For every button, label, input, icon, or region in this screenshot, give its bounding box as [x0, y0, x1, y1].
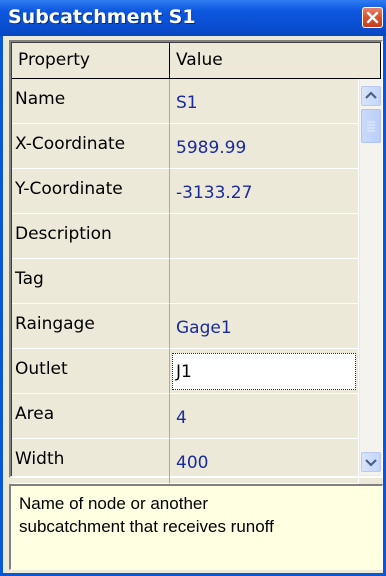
description-line-1: Name of node or another — [19, 494, 209, 513]
outlet-edit-field[interactable]: J1 — [172, 353, 356, 390]
property-name-cell[interactable]: Y-Coordinate — [12, 169, 170, 214]
property-name-cell[interactable]: Width — [12, 439, 170, 484]
scroll-down-button[interactable] — [361, 452, 381, 472]
window-title: Subcatchment S1 — [8, 6, 196, 28]
table-row[interactable]: Name S1 — [12, 79, 381, 124]
property-value-cell[interactable]: 5989.99 — [170, 124, 359, 169]
property-name-cell[interactable]: Name — [12, 79, 170, 124]
property-name-cell[interactable]: Tag — [12, 259, 170, 304]
scroll-thumb[interactable] — [361, 109, 381, 143]
property-name-cell[interactable]: Outlet — [12, 349, 170, 394]
property-name-cell[interactable]: Description — [12, 214, 170, 259]
property-description: Name of node or another subcatchment tha… — [9, 484, 383, 570]
property-value-cell[interactable]: S1 — [170, 79, 359, 124]
table-row[interactable]: X-Coordinate 5989.99 — [12, 124, 381, 169]
property-value-cell[interactable] — [170, 259, 359, 304]
scroll-up-button[interactable] — [361, 86, 381, 106]
grid-rows: Name S1 X-Coordinate 5989.99 Y-Coordinat… — [12, 79, 381, 484]
table-row[interactable]: Description — [12, 214, 381, 259]
title-bar[interactable]: Subcatchment S1 — [0, 0, 386, 36]
table-row[interactable]: Raingage Gage1 — [12, 304, 381, 349]
property-value-cell[interactable]: 400 — [170, 439, 359, 484]
table-row[interactable]: Tag — [12, 259, 381, 304]
table-row[interactable]: Y-Coordinate -3133.27 — [12, 169, 381, 214]
table-row[interactable]: Outlet J1 — [12, 349, 381, 394]
property-name-cell[interactable]: Area — [12, 394, 170, 439]
property-value-cell[interactable]: Gage1 — [170, 304, 359, 349]
scroll-down-arrow-icon — [365, 459, 377, 467]
property-value-cell[interactable]: 4 — [170, 394, 359, 439]
scroll-up-arrow-icon — [365, 91, 377, 99]
property-value-cell[interactable]: -3133.27 — [170, 169, 359, 214]
property-name-cell[interactable]: Raingage — [12, 304, 170, 349]
close-icon — [366, 11, 379, 24]
vertical-scrollbar[interactable] — [359, 79, 382, 475]
description-line-2: subcatchment that receives runoff — [19, 517, 274, 536]
header-value: Value — [170, 43, 381, 79]
property-name-cell[interactable]: X-Coordinate — [12, 124, 170, 169]
close-button[interactable] — [362, 7, 383, 28]
property-value-cell[interactable]: J1 — [170, 349, 359, 394]
grid-header: Property Value — [12, 43, 381, 79]
grip-icon — [367, 121, 375, 132]
property-value-cell[interactable] — [170, 214, 359, 259]
table-row[interactable]: Area 4 — [12, 394, 381, 439]
property-grid: Property Value Name S1 X-Coordinate 5989… — [9, 40, 383, 484]
header-property: Property — [12, 43, 170, 79]
property-editor-window: Subcatchment S1 Property Value Name S1 X… — [0, 0, 386, 576]
table-row[interactable]: Width 400 — [12, 439, 381, 484]
